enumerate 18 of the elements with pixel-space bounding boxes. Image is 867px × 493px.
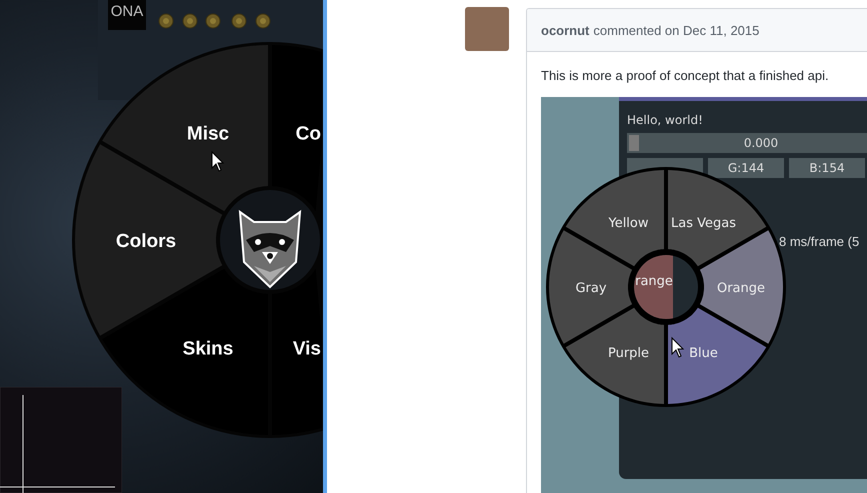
pie-label: Yellow [608, 216, 649, 232]
slider-value: 0.000 [744, 136, 778, 150]
menu-label: Co [296, 124, 321, 145]
pie-label: Blue [689, 346, 718, 361]
menu-label: Colors [116, 231, 176, 252]
demo-text: Hello, world! [627, 113, 704, 129]
menu-label: Skins [182, 338, 234, 360]
comment-meta: commented on Dec 11, 2015 [593, 22, 760, 38]
preview-label: range [635, 274, 673, 289]
fps-text: 8 ms/frame (5 [779, 234, 860, 249]
pie-label: Orange [716, 281, 766, 296]
pie-label: Purple [608, 346, 650, 361]
comment-text: This is more a proof of concept that a finished api. [541, 67, 830, 85]
menu-label: Vis [292, 338, 321, 360]
game-logo: ONA [108, 0, 146, 30]
pie-label: Gray [575, 281, 607, 296]
menu-label: Misc [186, 124, 230, 145]
pie-label: Las Vegas [671, 216, 736, 232]
